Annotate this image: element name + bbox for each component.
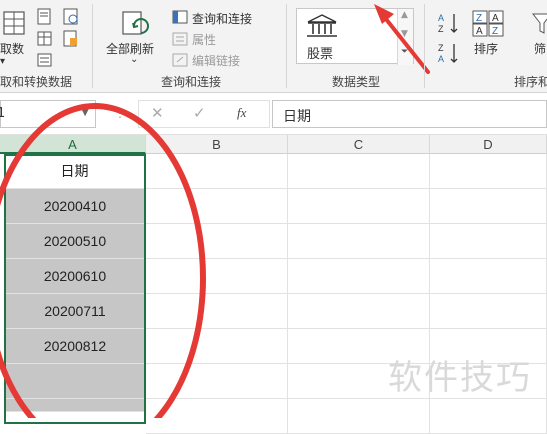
edit-links-icon (172, 53, 188, 67)
ribbon-separator (286, 4, 287, 88)
ribbon-separator (92, 4, 93, 88)
from-text-icon[interactable] (36, 8, 54, 26)
refresh-all-icon[interactable] (120, 10, 150, 38)
chevron-down-icon[interactable]: ⌄ (130, 54, 138, 65)
sort-button[interactable]: 排序 (474, 40, 498, 57)
get-data-icon[interactable] (2, 10, 28, 38)
cell-d2[interactable] (430, 189, 547, 224)
existing-connections-icon[interactable] (36, 52, 54, 68)
stocks-button[interactable]: 股票 (307, 43, 333, 62)
svg-text:A: A (476, 26, 483, 37)
queries-connections-icon[interactable] (172, 10, 188, 24)
svg-text:Z: Z (438, 43, 444, 53)
stocks-icon[interactable] (305, 13, 339, 39)
cell-d8[interactable] (430, 399, 547, 434)
watermark: 软件技巧 (388, 358, 532, 398)
cell-d1[interactable] (430, 154, 547, 189)
from-table-icon[interactable] (36, 30, 54, 48)
edit-links-button: 编辑链接 (192, 54, 241, 68)
svg-text:Z: Z (492, 26, 498, 37)
ribbon: 取数 ▾ 取和转换数据 全部刷新 ⌄ 查询和连接 属性 编辑链接 查询和连接 数… (0, 0, 547, 93)
recent-sources-icon[interactable] (62, 30, 80, 48)
filter-icon[interactable] (532, 12, 547, 36)
sort-filter-group: A Z Z A Z A A Z 排序 筛 排序和 (428, 0, 547, 93)
queries-connections-button[interactable]: 查询和连接 (192, 10, 252, 27)
column-header-d[interactable]: D (430, 135, 547, 154)
svg-text:A: A (438, 54, 444, 64)
filter-button[interactable]: 筛 (534, 40, 546, 57)
get-transform-group: 取数 ▾ 取和转换数据 (0, 0, 88, 93)
formula-input[interactable]: 日期 (272, 100, 547, 128)
cell-c5[interactable] (288, 294, 430, 329)
cell-d5[interactable] (430, 294, 547, 329)
cell-c1[interactable] (288, 154, 430, 189)
queries-connections-group: 全部刷新 ⌄ 查询和连接 属性 编辑链接 查询和连接 (96, 0, 286, 93)
cell-c2[interactable] (288, 189, 430, 224)
svg-text:Z: Z (476, 13, 482, 24)
column-header-c[interactable]: C (288, 135, 430, 154)
properties-button: 属性 (192, 33, 217, 47)
cell-c3[interactable] (288, 224, 430, 259)
sort-dialog-icon[interactable]: Z A A Z (472, 10, 504, 38)
from-web-icon[interactable] (62, 8, 80, 26)
svg-text:A: A (438, 13, 444, 23)
svg-text:A: A (492, 13, 499, 24)
insert-function-button[interactable]: fx (237, 105, 246, 121)
cell-c4[interactable] (288, 259, 430, 294)
cell-d4[interactable] (430, 259, 547, 294)
properties-icon (172, 32, 188, 46)
sort-filter-group-label: 排序和 (514, 75, 547, 89)
dropdown-icon[interactable]: ▾ (0, 56, 5, 67)
cell-d3[interactable] (430, 224, 547, 259)
sort-descending-icon[interactable]: Z A (438, 42, 462, 64)
annotation-ellipse-icon (0, 103, 206, 418)
sort-ascending-icon[interactable]: A Z (438, 12, 462, 34)
get-data-label[interactable]: 取数 (0, 40, 24, 57)
svg-text:Z: Z (438, 24, 444, 34)
ribbon-separator (424, 4, 425, 88)
cell-c8[interactable] (288, 399, 430, 434)
